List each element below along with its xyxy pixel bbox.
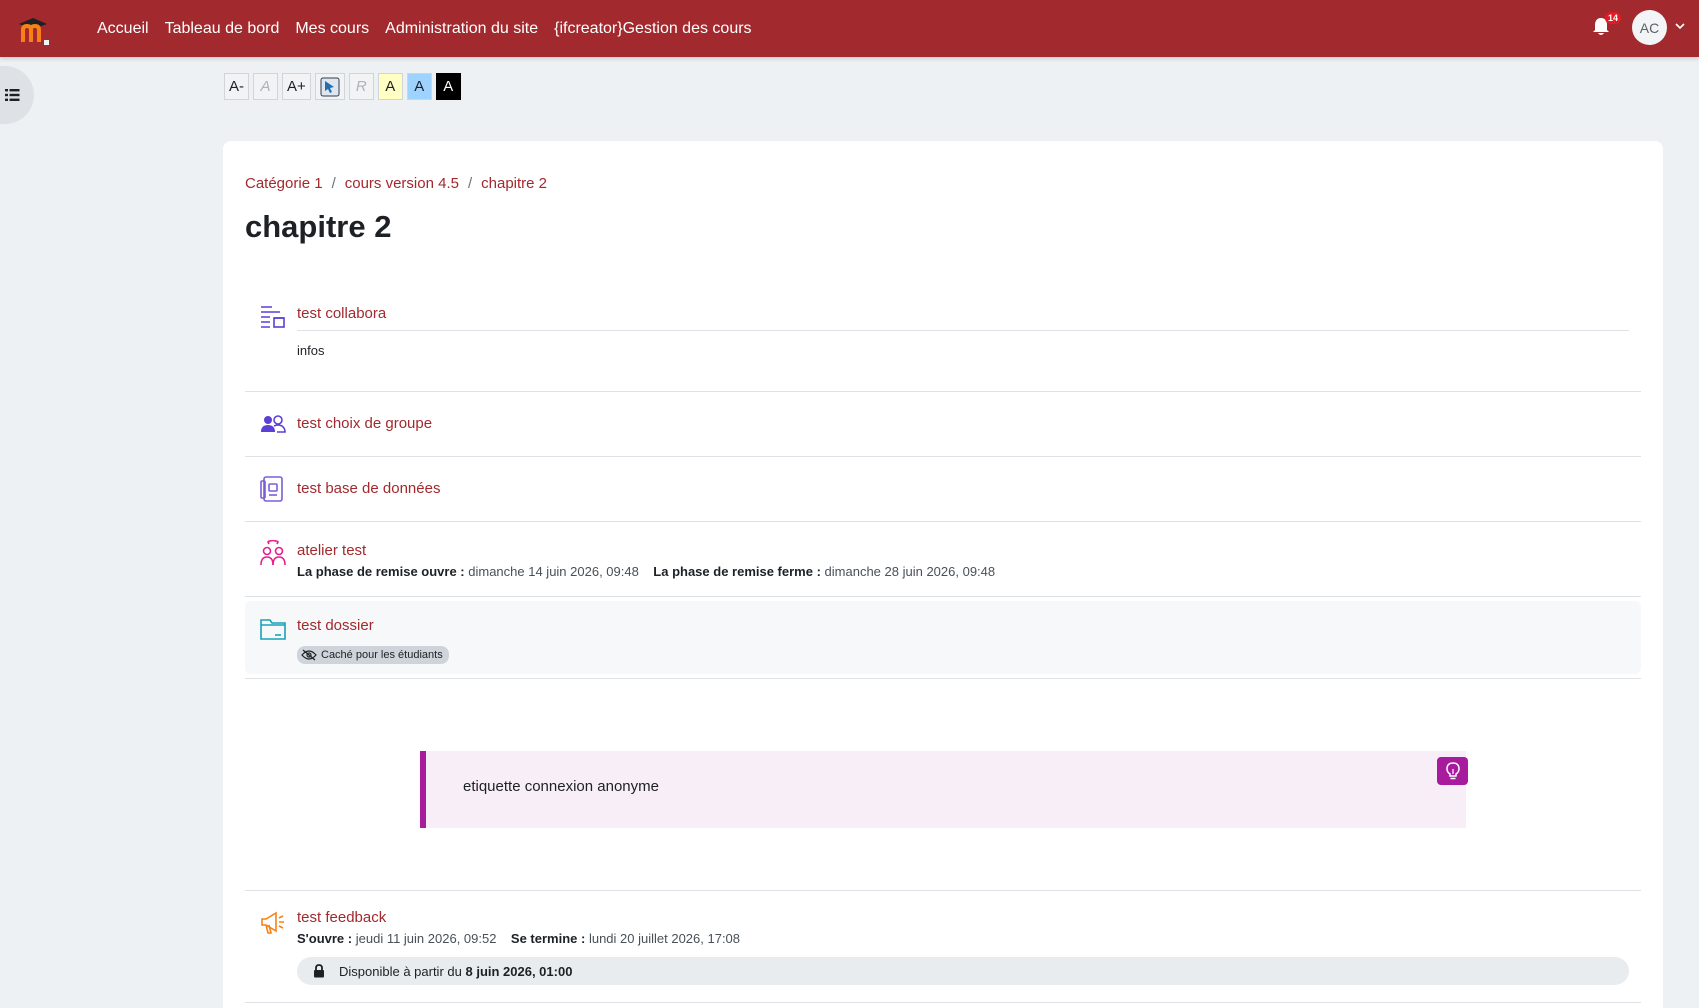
primary-navigation: Accueil Tableau de bord Mes cours Admini… <box>97 0 768 57</box>
activity-name[interactable]: test base de données <box>297 480 440 497</box>
save-settings-button[interactable] <box>314 73 345 100</box>
collabora-icon <box>261 306 285 328</box>
notification-count-badge: 14 <box>1605 12 1622 24</box>
open-date-value: jeudi 11 juin 2026, 09:52 <box>355 931 497 946</box>
restriction-text: Disponible à partir du 8 juin 2026, 01:0… <box>339 964 572 979</box>
course-index-toggle[interactable] <box>0 66 34 124</box>
activity-name[interactable]: test feedback <box>297 909 386 926</box>
divider <box>297 330 1629 331</box>
activity-group-choice: test choix de groupe <box>245 392 1641 457</box>
activity-name[interactable]: test dossier <box>297 617 374 634</box>
database-icon <box>260 476 283 502</box>
save-settings-icon <box>320 77 340 96</box>
breadcrumb-category[interactable]: Catégorie 1 <box>245 175 323 192</box>
breadcrumb-course[interactable]: cours version 4.5 <box>345 175 459 192</box>
open-date-label: La phase de remise ouvre : <box>297 564 465 579</box>
blue-theme-button[interactable]: A <box>406 73 432 100</box>
badge-label: Caché pour les étudiants <box>321 649 443 661</box>
lock-icon <box>314 964 324 978</box>
hidden-from-students-badge: Caché pour les étudiants <box>297 646 449 664</box>
increase-font-button[interactable]: A+ <box>282 73 311 100</box>
activity-collabora: test collabora infos <box>245 289 1641 392</box>
lightbulb-icon <box>1437 757 1468 785</box>
folder-icon <box>260 619 286 640</box>
activity-dates: La phase de remise ouvre : dimanche 14 j… <box>297 564 995 579</box>
chevron-down-icon[interactable] <box>1674 20 1686 32</box>
reset-colour-button[interactable]: R <box>348 73 374 100</box>
activity-dates: S'ouvre : jeudi 11 juin 2026, 09:52 Se t… <box>297 931 740 946</box>
accessibility-toolbar: A- A A+ R A A A <box>224 73 461 100</box>
activity-label: etiquette connexion anonyme <box>420 751 1468 828</box>
open-date-label: S'ouvre : <box>297 931 353 946</box>
breadcrumb-separator: / <box>331 175 336 192</box>
megaphone-icon <box>261 911 284 934</box>
yellow-theme-button[interactable]: A <box>377 73 403 100</box>
page-title: chapitre 2 <box>245 209 392 244</box>
eye-slash-icon <box>301 649 317 661</box>
restriction-prefix: Disponible à partir du <box>339 963 462 979</box>
group-choice-icon <box>261 415 286 433</box>
hidden-activity-highlight <box>245 601 1641 674</box>
nav-link-course-management[interactable]: {ifcreator}Gestion des cours <box>554 20 751 38</box>
activity-feedback: test feedback S'ouvre : jeudi 11 juin 20… <box>245 891 1641 1003</box>
activity-database: test base de données <box>245 457 1641 522</box>
black-theme-button[interactable]: A <box>435 73 461 100</box>
restriction-date: 8 juin 2026, 01:00 <box>465 963 573 979</box>
access-restriction: Disponible à partir du 8 juin 2026, 01:0… <box>297 957 1629 985</box>
nav-link-site-admin[interactable]: Administration du site <box>385 20 538 38</box>
activity-folder: test dossier Caché pour les étudiants <box>245 597 1641 679</box>
user-avatar[interactable]: AC <box>1632 10 1667 45</box>
close-date-value: lundi 20 juillet 2026, 17:08 <box>588 931 741 946</box>
breadcrumb-section[interactable]: chapitre 2 <box>481 175 547 192</box>
list-icon <box>5 89 20 101</box>
close-date-label: La phase de remise ferme : <box>653 564 821 579</box>
label-text: etiquette connexion anonyme <box>463 778 659 795</box>
close-date-value: dimanche 28 juin 2026, 09:48 <box>824 564 996 579</box>
breadcrumb: Catégorie 1 / cours version 4.5 / chapit… <box>245 175 547 192</box>
moodle-logo[interactable] <box>17 12 57 48</box>
main-content-card: Catégorie 1 / cours version 4.5 / chapit… <box>223 141 1663 1008</box>
reset-font-button[interactable]: A <box>253 73 278 100</box>
top-navbar: Accueil Tableau de bord Mes cours Admini… <box>0 0 1699 57</box>
nav-link-dashboard[interactable]: Tableau de bord <box>165 20 280 38</box>
activity-name[interactable]: test choix de groupe <box>297 415 432 432</box>
nav-link-my-courses[interactable]: Mes cours <box>295 20 369 38</box>
activity-description: infos <box>297 343 325 358</box>
activity-name[interactable]: test collabora <box>297 305 386 322</box>
activity-workshop: atelier test La phase de remise ouvre : … <box>245 522 1641 597</box>
open-date-value: dimanche 14 juin 2026, 09:48 <box>468 564 639 579</box>
activity-name[interactable]: atelier test <box>297 542 366 559</box>
nav-link-home[interactable]: Accueil <box>97 20 149 38</box>
workshop-icon <box>260 540 286 566</box>
breadcrumb-separator: / <box>467 175 473 192</box>
close-date-label: Se termine : <box>510 931 586 946</box>
decrease-font-button[interactable]: A- <box>224 73 249 100</box>
